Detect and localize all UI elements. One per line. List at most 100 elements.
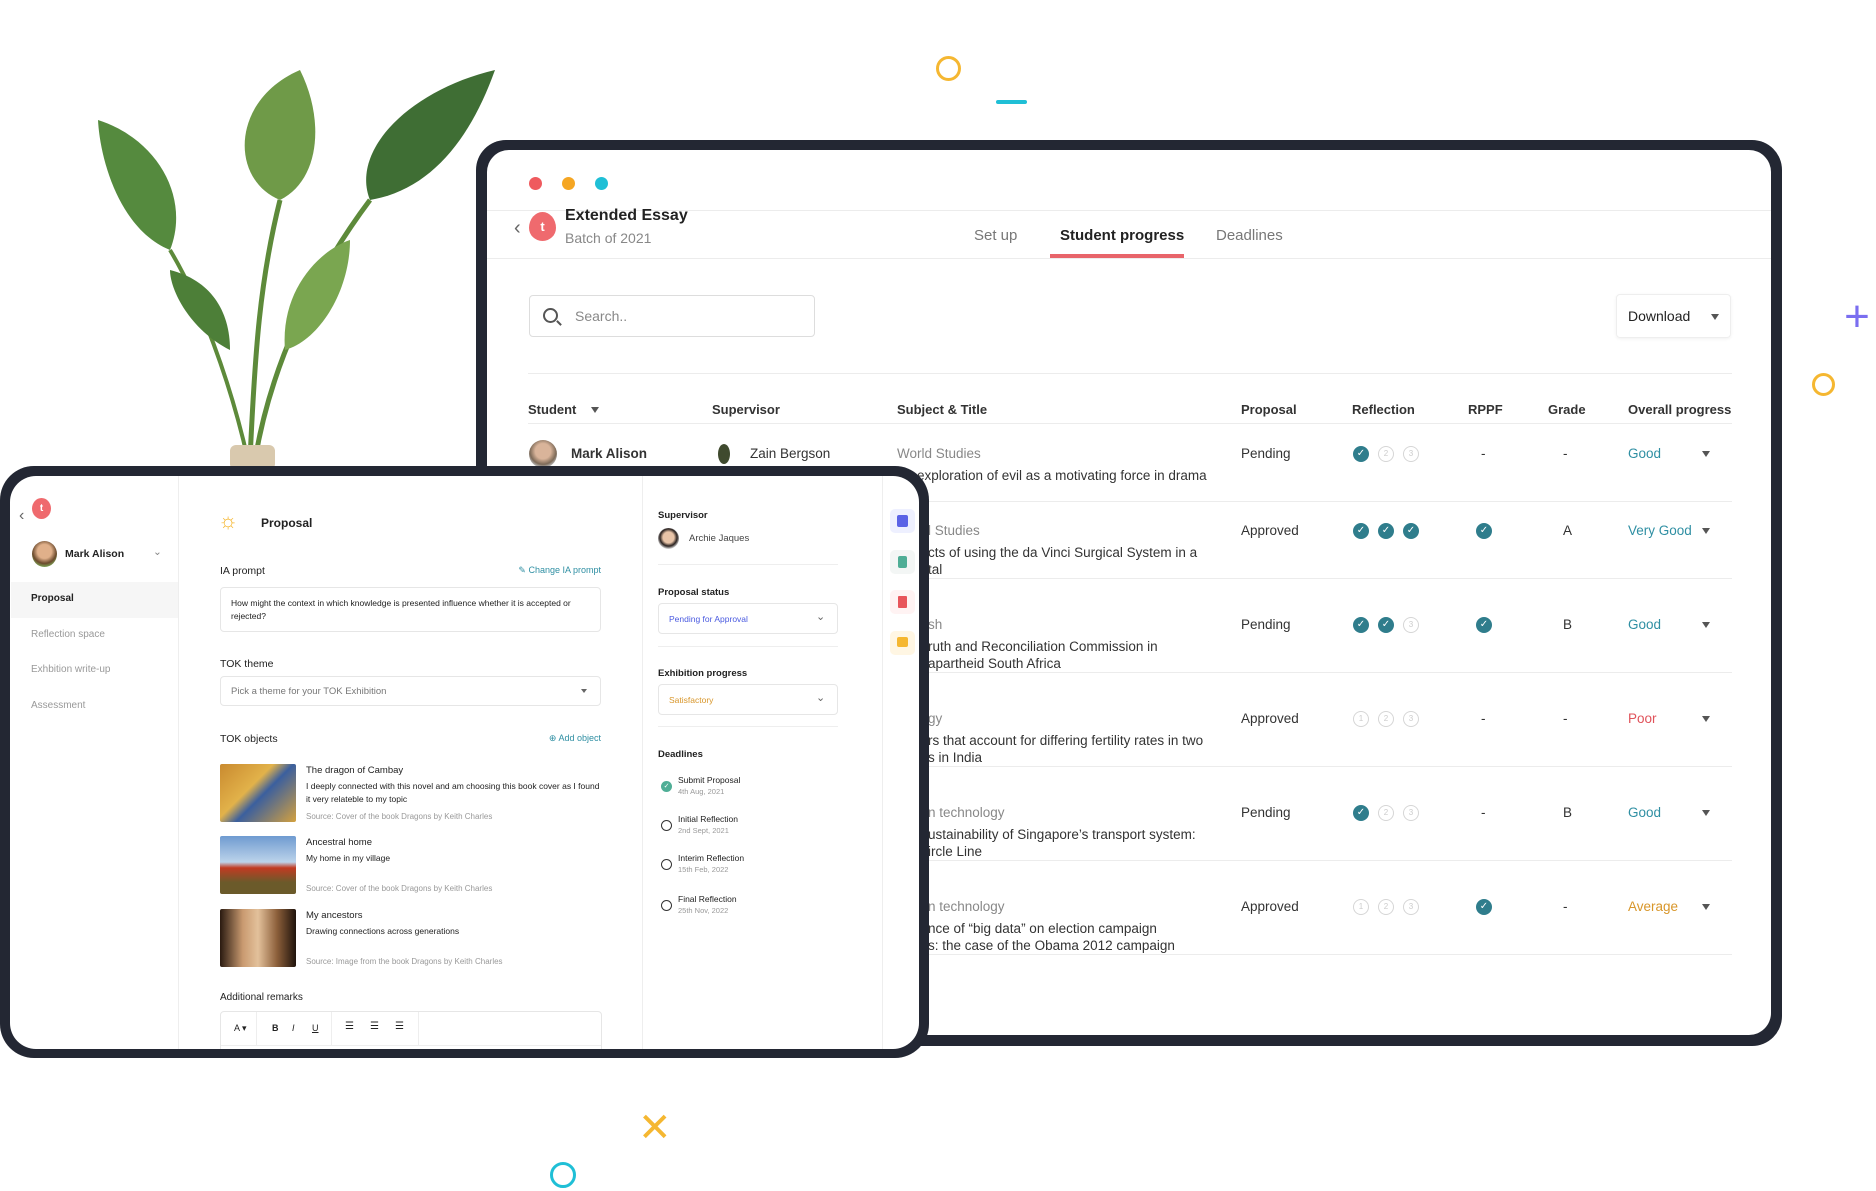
deadline-title: Submit Proposal: [678, 775, 741, 785]
overall-progress[interactable]: Poor: [1628, 711, 1657, 726]
app-logo: t: [32, 498, 51, 519]
sort-caret-icon[interactable]: [591, 407, 599, 413]
back-chevron-icon[interactable]: ‹: [514, 217, 521, 240]
proposal-status: Approved: [1241, 523, 1299, 538]
reflection-check-icon: ✓: [1353, 523, 1369, 539]
overall-dropdown-caret-icon[interactable]: [1702, 904, 1710, 910]
tab-student-progress[interactable]: Student progress: [1060, 227, 1184, 244]
align-center-icon[interactable]: ☰: [370, 1021, 379, 1032]
student-name[interactable]: Mark Alison: [571, 446, 647, 461]
align-left-icon[interactable]: ☰: [345, 1021, 354, 1032]
ia-prompt-field[interactable]: How might the context in which knowledge…: [220, 587, 601, 632]
deadline-title: Final Reflection: [678, 894, 737, 904]
tok-object-source: Source: Cover of the book Dragons by Kei…: [306, 812, 493, 821]
font-size-button[interactable]: A ▾: [234, 1023, 247, 1034]
reflection-pending-icon: 2: [1378, 899, 1394, 915]
overall-progress[interactable]: Good: [1628, 446, 1661, 461]
align-right-icon[interactable]: ☰: [395, 1021, 404, 1032]
reflection-check-icon: ✓: [1353, 617, 1369, 633]
additional-remarks-label: Additional remarks: [220, 992, 303, 1003]
deadline-item[interactable]: Initial Reflection 2nd Sept, 2021: [658, 814, 838, 842]
reflection-check-icon: ✓: [1403, 523, 1419, 539]
exhibition-progress-select[interactable]: Satisfactory ⌄: [658, 684, 838, 715]
window-dot-red: [529, 177, 542, 190]
divider: [528, 423, 1732, 424]
divider: [882, 476, 883, 1049]
underline-button[interactable]: U: [312, 1023, 319, 1033]
download-button[interactable]: Download: [1616, 294, 1731, 338]
overall-dropdown-caret-icon[interactable]: [1702, 528, 1710, 534]
rppf-check-icon: ✓: [1476, 899, 1492, 915]
divider: [528, 373, 1732, 374]
user-menu-chevron-icon[interactable]: ⌄: [153, 546, 162, 558]
proposal-status-select[interactable]: Pending for Approval ⌄: [658, 603, 838, 634]
tok-object-image: [220, 909, 296, 967]
search-icon-handle: [556, 320, 562, 326]
italic-button[interactable]: I: [292, 1023, 295, 1033]
reflection-pending-icon: 3: [1403, 899, 1419, 915]
page-title: Extended Essay: [565, 207, 688, 224]
overall-progress[interactable]: Good: [1628, 805, 1661, 820]
book-tool-icon[interactable]: [890, 590, 915, 614]
search-input[interactable]: Search..: [529, 295, 815, 337]
add-object-link[interactable]: ⊕ Add object: [510, 733, 601, 744]
deadline-item[interactable]: Interim Reflection 15th Feb, 2022: [658, 853, 838, 881]
overall-progress[interactable]: Average: [1628, 899, 1678, 914]
tok-object-source: Source: Image from the book Dragons by K…: [306, 957, 503, 966]
essay-title: nce of “big data” on election campaign: [928, 921, 1157, 936]
change-ia-prompt-link[interactable]: ✎ Change IA prompt: [510, 565, 601, 576]
proposal-status: Pending: [1241, 617, 1291, 632]
deadline-item[interactable]: Final Reflection 25th Nov, 2022: [658, 894, 838, 922]
reflection-pending-icon: 3: [1403, 711, 1419, 727]
tok-object[interactable]: Ancestral home My home in my village Sourc…: [220, 836, 602, 894]
sidebar-item-exhibition-write-up[interactable]: Exhbition write-up: [31, 664, 110, 675]
bold-button[interactable]: B: [272, 1023, 279, 1033]
rppf-value: -: [1481, 446, 1486, 461]
user-name: Mark Alison: [65, 548, 125, 560]
sidebar-item-proposal[interactable]: Proposal: [31, 593, 74, 604]
tok-object[interactable]: My ancestors Drawing connections across g…: [220, 909, 602, 967]
student-screen: ‹ t Mark Alison ⌄ Proposal Reflection sp…: [10, 476, 919, 1049]
plant-illustration: [98, 70, 495, 470]
col-student[interactable]: Student: [528, 402, 576, 417]
add-object-label: Add object: [558, 733, 601, 743]
overall-dropdown-caret-icon[interactable]: [1702, 451, 1710, 457]
caret-down-icon: [581, 689, 587, 693]
proposal-status: Pending: [1241, 446, 1291, 461]
essay-title: s: the case of the Obama 2012 campaign: [928, 938, 1175, 953]
window-dot-cyan: [595, 177, 608, 190]
reflection-pending-icon: 2: [1378, 446, 1394, 462]
tab-deadlines[interactable]: Deadlines: [1216, 227, 1283, 244]
notes-tool-icon[interactable]: [890, 550, 915, 574]
empty-circle-icon: [661, 820, 672, 831]
grade-value: -: [1563, 899, 1568, 914]
deadline-item[interactable]: ✓ Submit Proposal 4th Aug, 2021: [658, 775, 838, 803]
reflection-pending-icon: 1: [1353, 711, 1369, 727]
tab-set-up[interactable]: Set up: [974, 227, 1017, 244]
download-label: Download: [1628, 308, 1691, 324]
back-chevron-icon[interactable]: ‹: [19, 507, 24, 525]
deadline-title: Initial Reflection: [678, 814, 739, 824]
remarks-editor[interactable]: A ▾ B I U ☰ ☰ ☰: [220, 1011, 602, 1049]
avatar: [32, 541, 57, 567]
overall-progress[interactable]: Good: [1628, 617, 1661, 632]
list-tool-icon[interactable]: [890, 509, 915, 533]
rppf-check-icon: ✓: [1476, 523, 1492, 539]
chevron-down-icon: ⌄: [816, 692, 826, 704]
supervisor-name: Archie Jaques: [689, 533, 750, 544]
overall-progress[interactable]: Very Good: [1628, 523, 1692, 538]
proposal-status: Approved: [1241, 899, 1299, 914]
comment-tool-icon[interactable]: [890, 631, 915, 655]
grade-value: -: [1563, 446, 1568, 461]
overall-dropdown-caret-icon[interactable]: [1702, 716, 1710, 722]
col-subject: Subject & Title: [897, 402, 988, 417]
overall-dropdown-caret-icon[interactable]: [1702, 622, 1710, 628]
divider: [658, 726, 838, 727]
subject-name: sh: [928, 617, 943, 632]
tok-theme-select[interactable]: Pick a theme for your TOK Exhibition: [220, 676, 601, 706]
tok-object[interactable]: The dragon of Cambay I deeply connected w…: [220, 764, 602, 822]
sidebar-item-reflection-space[interactable]: Reflection space: [31, 629, 105, 640]
sidebar-item-assessment[interactable]: Assessment: [31, 700, 85, 711]
student-avatar: [529, 440, 557, 468]
overall-dropdown-caret-icon[interactable]: [1702, 810, 1710, 816]
